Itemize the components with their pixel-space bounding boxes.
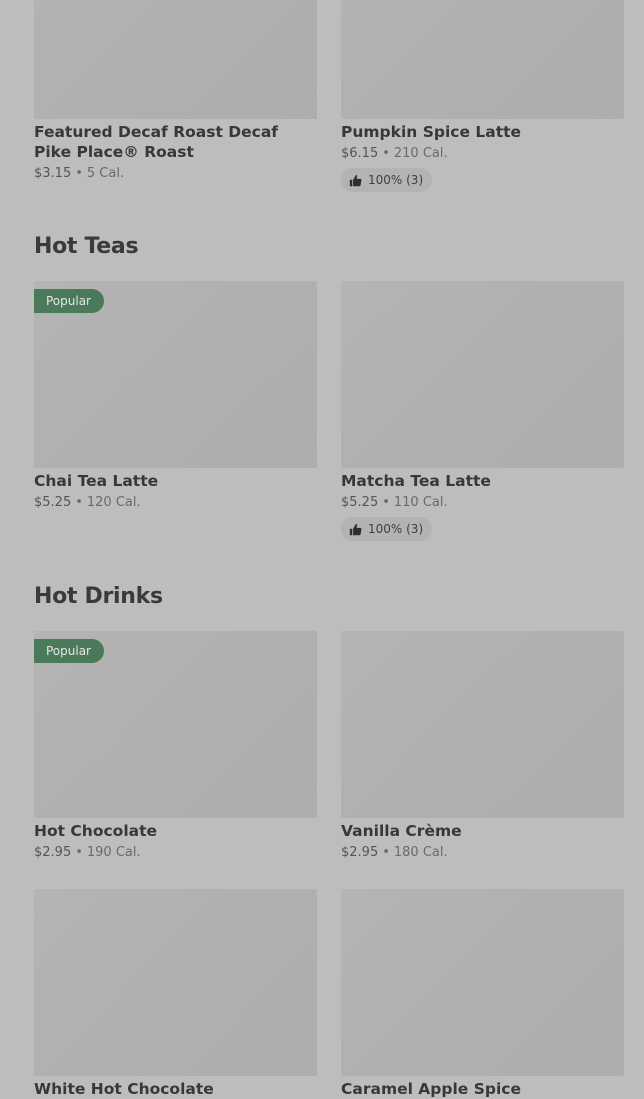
- menu-item-image[interactable]: [341, 889, 624, 1076]
- menu-item-image[interactable]: Popular: [34, 281, 317, 468]
- menu-item-image[interactable]: Popular: [34, 631, 317, 818]
- menu-item-price: $3.15: [34, 166, 72, 181]
- menu-item-image[interactable]: [341, 281, 624, 468]
- menu-item-card[interactable]: White Hot Chocolate: [34, 889, 317, 1099]
- menu-item-name: White Hot Chocolate: [34, 1080, 214, 1098]
- menu-item-calories: 5 Cal.: [86, 166, 125, 181]
- menu-item-meta: $5.25 • 120 Cal.: [34, 494, 317, 511]
- menu-item-meta: $3.15 • 5 Cal.: [34, 165, 317, 182]
- rating-text: 100% (3): [368, 522, 424, 536]
- menu-item-name: Matcha Tea Latte: [341, 472, 491, 490]
- menu-item-name: Chai Tea Latte: [34, 472, 159, 490]
- section-title-hot-teas: Hot Teas: [34, 234, 139, 259]
- menu-item-meta: $6.15 • 210 Cal.: [341, 145, 624, 162]
- menu-item-calories: 210 Cal.: [393, 146, 448, 161]
- menu-item-image[interactable]: [341, 0, 624, 119]
- menu-item-calories: 120 Cal.: [86, 495, 141, 510]
- rating-pill: 100% (3): [341, 168, 433, 192]
- menu-item-calories: 180 Cal.: [393, 845, 448, 860]
- menu-item-meta: $5.25 • 110 Cal.: [341, 494, 624, 511]
- meta-separator: •: [382, 495, 390, 510]
- rating-pill: 100% (3): [341, 517, 433, 541]
- meta-separator: •: [75, 166, 83, 181]
- menu-item-name: Featured Decaf Roast Decaf Pike Place® R…: [34, 123, 279, 161]
- menu-item-name: Pumpkin Spice Latte: [341, 123, 522, 141]
- menu-item-card[interactable]: Caramel Apple Spice: [341, 889, 624, 1099]
- menu-item-calories: 190 Cal.: [86, 845, 141, 860]
- popular-badge: Popular: [34, 639, 104, 663]
- menu-item-meta: $2.95 • 190 Cal.: [34, 844, 317, 861]
- menu-item-card[interactable]: Featured Decaf Roast Decaf Pike Place® R…: [34, 0, 317, 182]
- menu-item-name: Hot Chocolate: [34, 822, 158, 840]
- menu-item-image[interactable]: [34, 0, 317, 119]
- meta-separator: •: [382, 845, 390, 860]
- thumbs-up-icon: [349, 523, 362, 535]
- menu-item-name: Vanilla Crème: [341, 822, 462, 840]
- menu-page: Featured Decaf Roast Decaf Pike Place® R…: [0, 0, 644, 1098]
- menu-item-card[interactable]: Popular Chai Tea Latte $5.25 • 120 Cal.: [34, 281, 317, 511]
- menu-item-card[interactable]: Popular Hot Chocolate $2.95 • 190 Cal.: [34, 631, 317, 861]
- meta-separator: •: [75, 845, 83, 860]
- meta-separator: •: [75, 495, 83, 510]
- rating-text: 100% (3): [368, 173, 424, 187]
- meta-separator: •: [382, 146, 390, 161]
- menu-item-price: $5.25: [34, 495, 72, 510]
- menu-item-price: $2.95: [341, 845, 379, 860]
- menu-item-calories: 110 Cal.: [393, 495, 448, 510]
- menu-item-price: $6.15: [341, 146, 379, 161]
- menu-item-card[interactable]: Vanilla Crème $2.95 • 180 Cal.: [341, 631, 624, 861]
- menu-item-name: Caramel Apple Spice: [341, 1080, 521, 1098]
- menu-item-card[interactable]: Pumpkin Spice Latte $6.15 • 210 Cal. 100% …: [341, 0, 624, 192]
- menu-item-image[interactable]: [34, 889, 317, 1076]
- menu-item-meta: $2.95 • 180 Cal.: [341, 844, 624, 861]
- menu-item-card[interactable]: Matcha Tea Latte $5.25 • 110 Cal. 100% (3): [341, 281, 624, 541]
- thumbs-up-icon: [349, 174, 362, 186]
- section-title-hot-drinks: Hot Drinks: [34, 584, 163, 609]
- menu-item-price: $2.95: [34, 845, 72, 860]
- menu-item-image[interactable]: [341, 631, 624, 818]
- menu-item-price: $5.25: [341, 495, 379, 510]
- popular-badge: Popular: [34, 289, 104, 313]
